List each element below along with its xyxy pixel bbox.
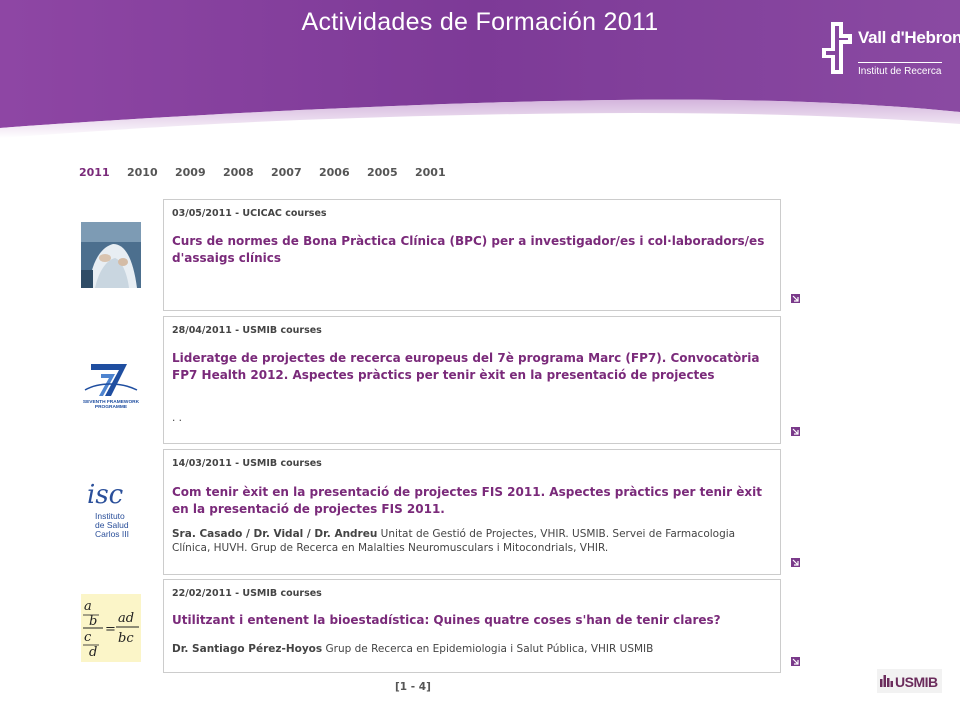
- year-tab-2001[interactable]: 2001: [415, 166, 446, 179]
- usmib-logo: USMIB: [877, 669, 942, 693]
- isciii-logo-thumbnail[interactable]: isc Instituto de Salud Carlos III: [81, 475, 141, 547]
- fp7-logo-thumbnail[interactable]: SEVENTH FRAMEWORK PROGRAMME: [81, 352, 141, 414]
- news-box: 22/02/2011 - USMIB courses Utilitzant i …: [163, 579, 781, 673]
- news-title-link[interactable]: Com tenir èxit en la presentació de proj…: [172, 484, 772, 517]
- read-more-arrow-icon[interactable]: [791, 427, 800, 436]
- year-tab-2008[interactable]: 2008: [223, 166, 254, 179]
- formula-bc: bc: [118, 631, 134, 646]
- read-more-arrow-icon[interactable]: [791, 558, 800, 567]
- formula-b: b: [89, 614, 97, 629]
- year-tab-2011[interactable]: 2011: [79, 166, 110, 179]
- formula-ad: ad: [118, 611, 134, 626]
- news-affiliation: Grup de Recerca en Epidemiologia i Salut…: [322, 643, 654, 655]
- isciii-logo-mark: isc: [87, 480, 124, 510]
- lab-photo-thumbnail[interactable]: [81, 222, 141, 288]
- usmib-logo-text: USMIB: [895, 674, 938, 690]
- pagination[interactable]: [1 - 4]: [395, 681, 431, 693]
- news-box: 14/03/2011 - USMIB courses Com tenir èxi…: [163, 449, 781, 575]
- news-box: 28/04/2011 - USMIB courses Lideratge de …: [163, 316, 781, 444]
- news-meta: 14/03/2011 - USMIB courses: [172, 458, 322, 469]
- year-tab-2010[interactable]: 2010: [127, 166, 158, 179]
- read-more-arrow-icon[interactable]: [791, 657, 800, 666]
- fp7-logo-line2: PROGRAMME: [95, 404, 128, 410]
- formula-c: c: [84, 630, 92, 645]
- news-speakers: Dr. Santiago Pérez-Hoyos: [172, 643, 323, 655]
- news-title-link[interactable]: Lideratge de projectes de recerca europe…: [172, 350, 772, 383]
- cross-logo-icon: [822, 22, 852, 74]
- fraction-formula-thumbnail[interactable]: a b c d = ad bc: [81, 594, 141, 662]
- news-title-link[interactable]: Curs de normes de Bona Pràctica Clínica …: [172, 233, 772, 266]
- year-tab-2007[interactable]: 2007: [271, 166, 302, 179]
- formula-d: d: [89, 645, 97, 660]
- logo-name: Vall d'Hebron: [858, 28, 960, 47]
- news-listing-page: 2011 2010 2009 2008 2007 2006 2005 2001 …: [76, 155, 835, 703]
- year-tab-2009[interactable]: 2009: [175, 166, 206, 179]
- isciii-logo-line3: Carlos III: [95, 529, 129, 539]
- usmib-bars-icon: [880, 675, 893, 687]
- news-meta: 22/02/2011 - USMIB courses: [172, 588, 322, 599]
- formula-a: a: [84, 599, 92, 614]
- news-description: Sra. Casado / Dr. Vidal / Dr. Andreu Uni…: [172, 527, 772, 555]
- year-tab-2006[interactable]: 2006: [319, 166, 350, 179]
- news-title-link[interactable]: Utilitzant i entenent la bioestadística:…: [172, 612, 772, 629]
- logo-divider: [858, 62, 942, 63]
- news-description: . .: [172, 412, 183, 424]
- year-tab-2005[interactable]: 2005: [367, 166, 398, 179]
- logo-subtitle: Institut de Recerca: [858, 66, 942, 77]
- vall-dhebron-logo: Vall d'Hebron Institut de Recerca: [820, 18, 960, 80]
- page-title: Actividades de Formación 2011: [301, 8, 659, 36]
- news-box: 03/05/2011 - UCICAC courses Curs de norm…: [163, 199, 781, 311]
- formula-equals: =: [105, 622, 116, 637]
- news-meta: 03/05/2011 - UCICAC courses: [172, 208, 327, 219]
- news-description: Dr. Santiago Pérez-Hoyos Grup de Recerca…: [172, 642, 772, 656]
- header-band: Actividades de Formación 2011 Vall d'Heb…: [0, 0, 960, 150]
- news-speakers: Sra. Casado / Dr. Vidal / Dr. Andreu: [172, 528, 378, 540]
- read-more-arrow-icon[interactable]: [791, 294, 800, 303]
- news-meta: 28/04/2011 - USMIB courses: [172, 325, 322, 336]
